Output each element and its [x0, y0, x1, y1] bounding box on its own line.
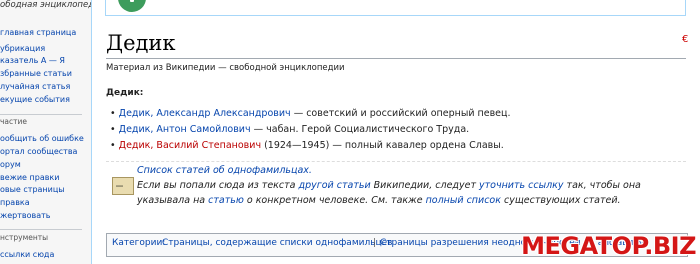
person-desc: — советский и российский оперный певец.	[290, 108, 511, 119]
disambiguation-box: ― Список статей об однофамильцах. Если в…	[106, 161, 686, 214]
person-link-missing[interactable]: Дедик, Василий Степанович	[119, 140, 261, 151]
tools-heading: нструменты	[0, 233, 49, 242]
watermark: MEGATOP.BIZ	[521, 232, 696, 260]
nav-random[interactable]: лучайная статья	[0, 81, 70, 92]
site-tagline: ободная энциклопедия	[0, 0, 105, 10]
portal-divider	[0, 114, 82, 115]
list-item: • Дедик, Василий Степанович (1924—1945) …	[110, 140, 504, 151]
bullet: •	[110, 124, 116, 135]
article-content: Дедик € Материал из Википедии — свободно…	[91, 0, 700, 264]
nav-what-links-here[interactable]: ссылки сюда	[0, 249, 54, 260]
person-desc: (1924—1945) — полный кавалер ордена Слав…	[261, 140, 504, 151]
nav-forum[interactable]: орум	[0, 159, 21, 170]
nav-main-page[interactable]: главная страница	[0, 27, 76, 38]
info-icon	[118, 0, 146, 12]
person-link[interactable]: Дедик, Антон Самойлович	[119, 124, 251, 135]
list-item: • Дедик, Александр Александрович — совет…	[110, 108, 511, 119]
flag-icon[interactable]: €	[682, 34, 688, 45]
bullet: •	[110, 108, 116, 119]
list-item: • Дедик, Антон Самойлович — чабан. Герой…	[110, 124, 469, 135]
nav-current-events[interactable]: екущие события	[0, 94, 70, 105]
bullet: •	[110, 140, 116, 151]
nav-recent-changes[interactable]: вежие правки	[0, 172, 59, 183]
category-separator: |	[373, 238, 377, 248]
person-desc: — чабан. Герой Социалистического Труда.	[250, 124, 470, 135]
lead-text: Дедик:	[106, 88, 144, 98]
disambig-title[interactable]: Список статей об однофамильцах.	[137, 165, 312, 176]
nav-rubrication[interactable]: убрикация	[0, 43, 45, 54]
sidebar: ободная энциклопедия главная страница уб…	[0, 0, 105, 260]
nav-donate[interactable]: жертвовать	[0, 210, 50, 221]
nav-community-portal[interactable]: ортал сообщества	[0, 146, 77, 157]
categories-label[interactable]: Категории:	[112, 238, 165, 248]
participation-heading: частие	[0, 117, 28, 126]
top-banner	[105, 0, 686, 16]
nav-featured[interactable]: збранные статьи	[0, 68, 72, 79]
disambig-icon: ―	[112, 177, 134, 195]
full-list-link[interactable]: полный список	[426, 195, 501, 206]
site-sub: Материал из Википедии — свободной энцикл…	[106, 63, 345, 73]
nav-help[interactable]: правка	[0, 197, 30, 208]
fix-link-link[interactable]: уточнить ссылку	[479, 180, 564, 191]
disambig-text: Если вы попали сюда из текста другой ста…	[137, 180, 641, 206]
nav-report-error[interactable]: ообщить об ошибке	[0, 133, 84, 144]
nav-index[interactable]: казатель А — Я	[0, 55, 65, 66]
portal-divider	[0, 229, 82, 230]
title-divider	[106, 58, 686, 59]
category-link[interactable]: Страницы, содержащие списки однофамильце…	[162, 238, 392, 248]
person-link[interactable]: Дедик, Александр Александрович	[119, 108, 291, 119]
page-title: Дедик	[106, 31, 176, 55]
other-article-link[interactable]: другой статьи	[299, 180, 371, 191]
nav-new-pages[interactable]: овые страницы	[0, 184, 65, 195]
article-link[interactable]: статью	[208, 195, 244, 206]
